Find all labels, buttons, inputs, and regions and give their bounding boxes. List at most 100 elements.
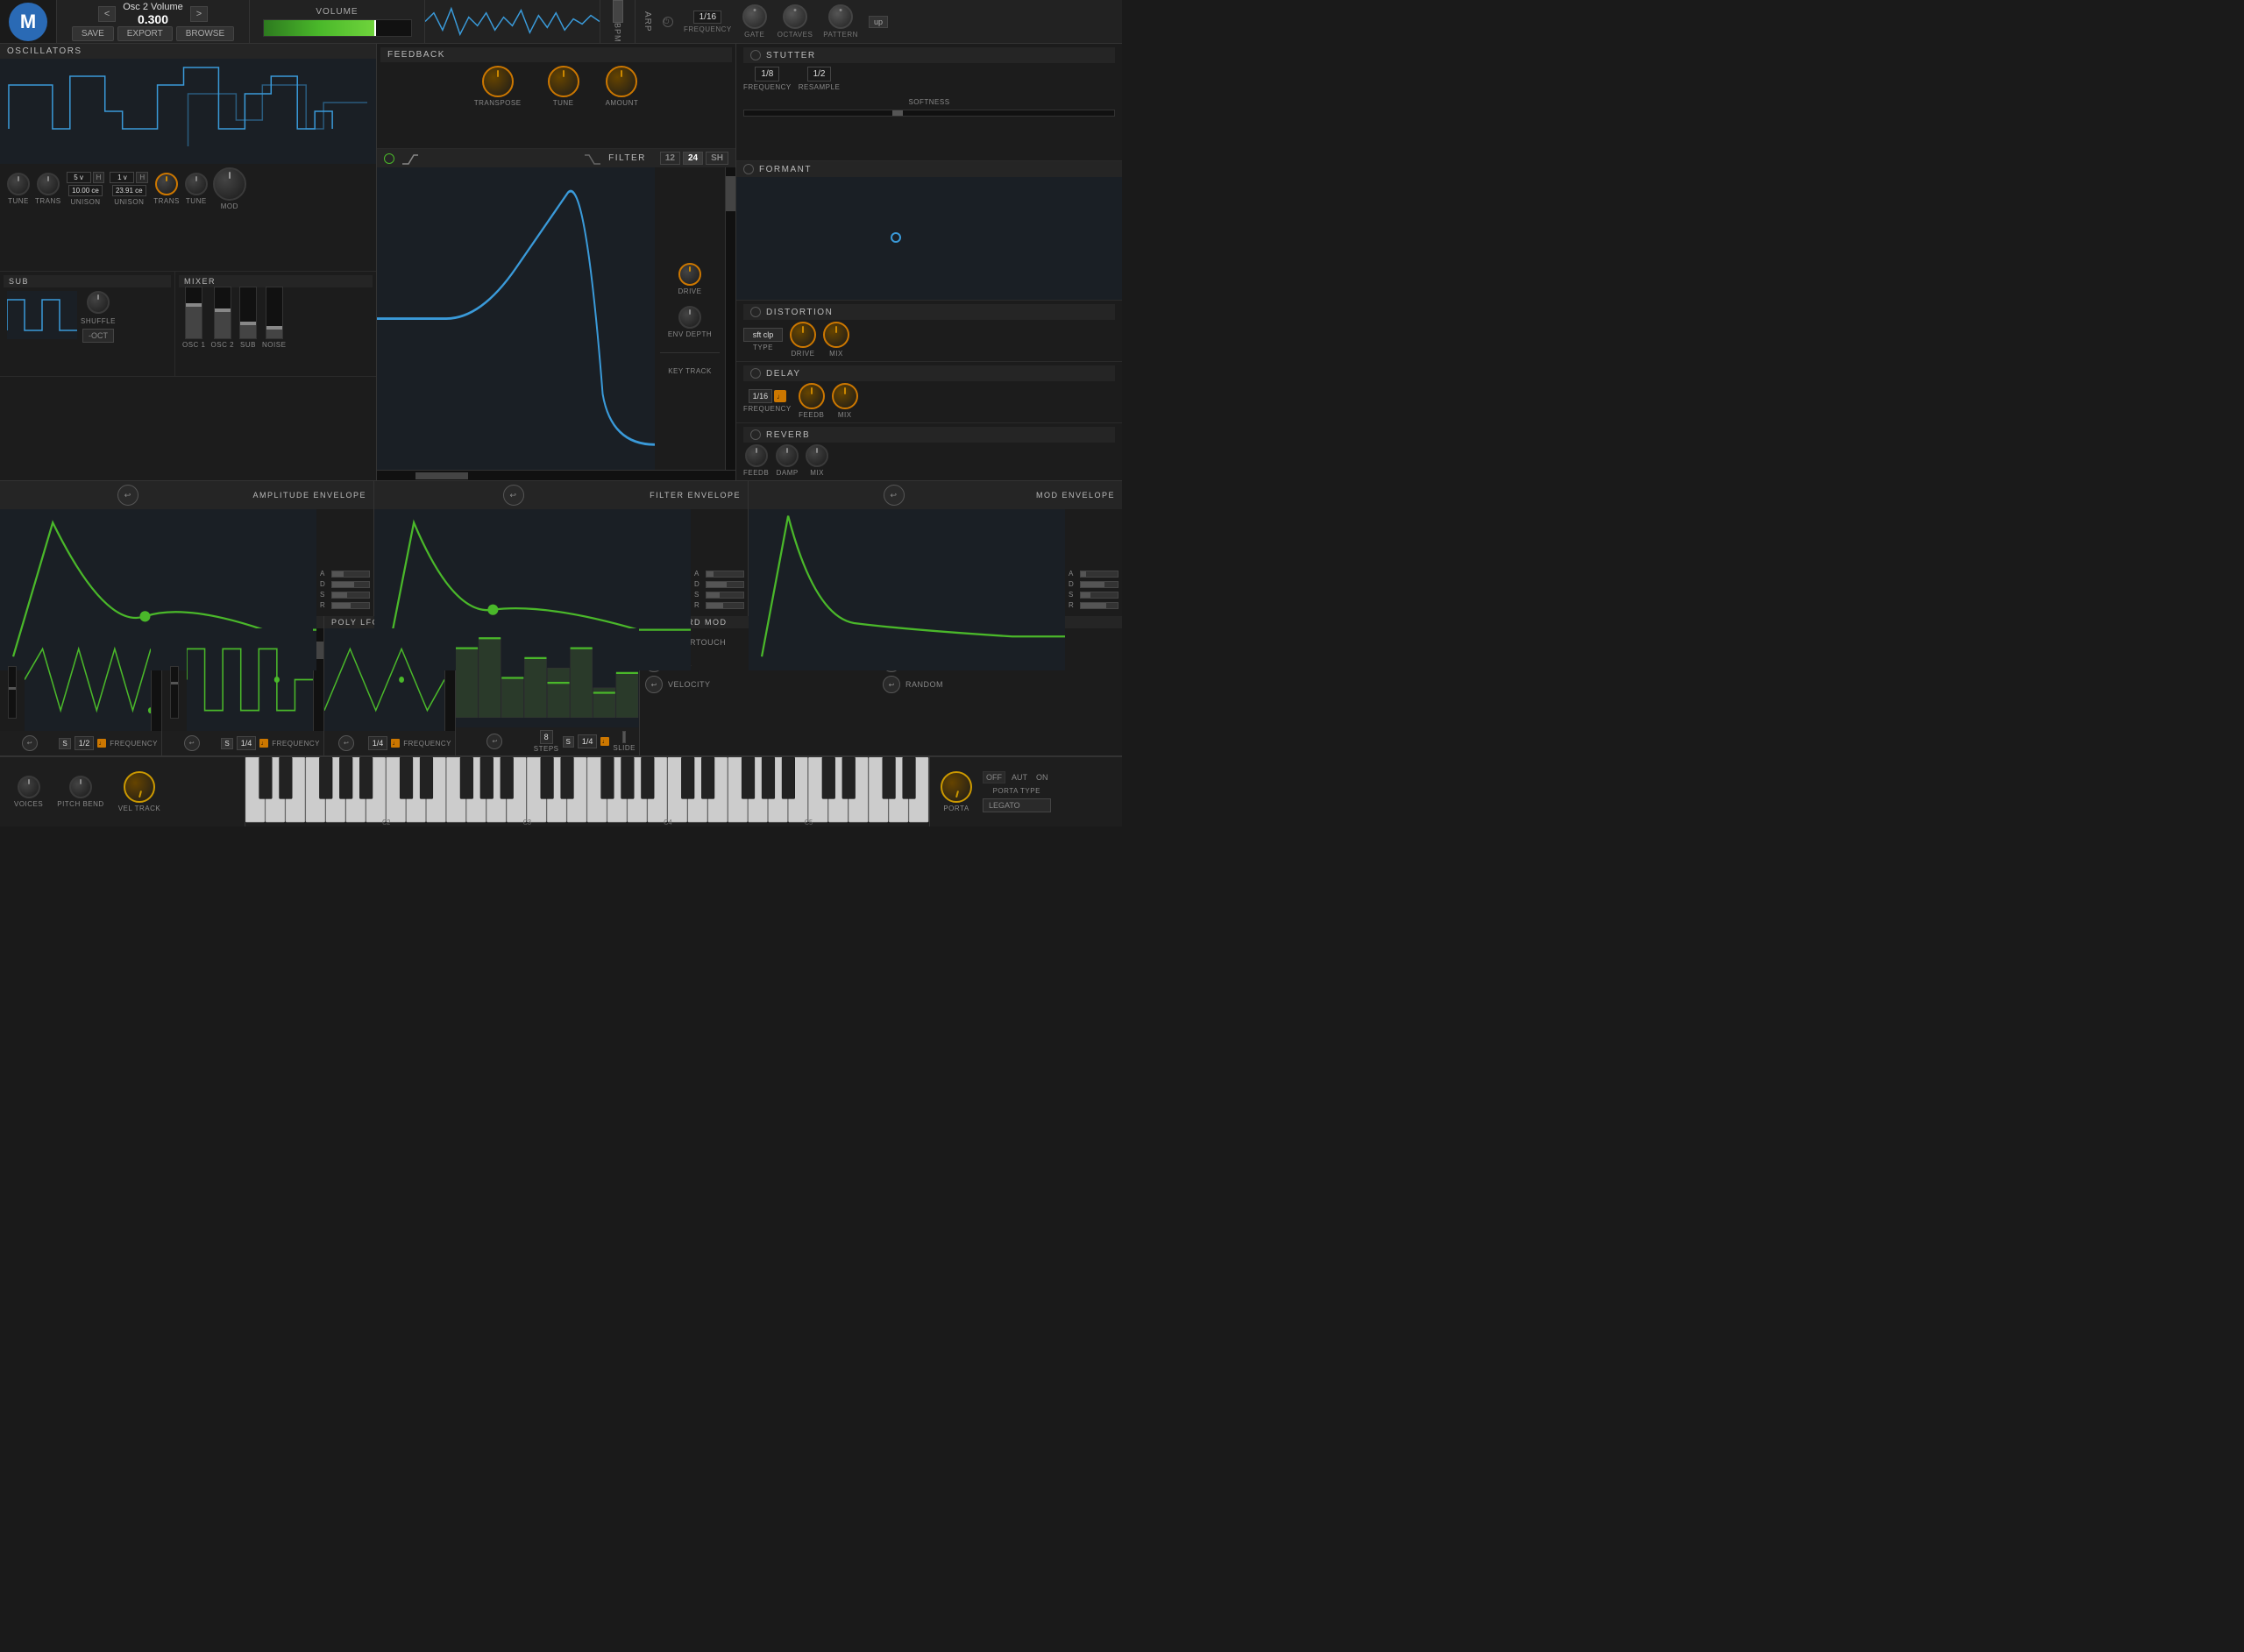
- noise-bar[interactable]: [266, 287, 283, 339]
- delay-power-button[interactable]: [750, 368, 761, 379]
- filter-bottom-thumb[interactable]: [415, 472, 468, 479]
- amp-env-a-slider[interactable]: [331, 571, 370, 578]
- unison2-v-value[interactable]: 1 v: [110, 172, 134, 183]
- osc-trans-knob[interactable]: [37, 173, 60, 195]
- porta-off-label[interactable]: OFF: [983, 771, 1005, 783]
- save-button[interactable]: SAVE: [72, 26, 114, 41]
- filter-slope-sh[interactable]: SH: [706, 152, 728, 165]
- pitch-bend-knob[interactable]: [69, 776, 92, 798]
- reverb-mix-knob[interactable]: [806, 444, 828, 467]
- step-seq-sync-button[interactable]: S: [563, 736, 574, 748]
- mod-env-s-slider[interactable]: [1080, 592, 1118, 599]
- unison1-v-value[interactable]: 5 v: [67, 172, 91, 183]
- filter-bottom-scrollbar[interactable]: [377, 470, 735, 480]
- filter-scrollbar[interactable]: [725, 167, 735, 470]
- legato-box[interactable]: LEGATO: [983, 798, 1051, 812]
- filter-env-undo-button[interactable]: ↩: [503, 485, 524, 506]
- formant-power-button[interactable]: [743, 164, 754, 174]
- feedback-transpose-knob[interactable]: [482, 66, 514, 97]
- lfo1-note-icon[interactable]: ♩: [97, 739, 106, 748]
- filter-power-button[interactable]: [384, 153, 394, 164]
- lfo2-bottom-undo[interactable]: ↩: [184, 735, 200, 751]
- piano-keyboard[interactable]: C2 C3 C4 C5: [245, 757, 929, 826]
- filter-slope-24[interactable]: 24: [683, 152, 703, 165]
- filter-type-hp-icon[interactable]: [584, 152, 601, 165]
- osc-trans2-knob[interactable]: [155, 173, 178, 195]
- lfo2-sync-button[interactable]: S: [221, 738, 232, 749]
- osc1-bar-handle[interactable]: [186, 303, 202, 307]
- arp-power-button[interactable]: ⏻: [663, 17, 673, 27]
- stutter-freq-value[interactable]: 1/8: [755, 67, 779, 82]
- osc1-bar[interactable]: [185, 287, 202, 339]
- amp-env-d-slider[interactable]: [331, 581, 370, 588]
- amp-env-r-slider[interactable]: [331, 602, 370, 609]
- step-seq-undo[interactable]: ↩: [486, 734, 502, 749]
- volume-bar-container[interactable]: [263, 19, 412, 37]
- preset-prev-btn[interactable]: <: [98, 6, 116, 22]
- reverb-power-button[interactable]: [750, 429, 761, 440]
- lfo2-rate-slider[interactable]: [170, 666, 179, 719]
- delay-freq-value[interactable]: 1/16: [749, 389, 773, 403]
- sub-bar[interactable]: [239, 287, 257, 339]
- noise-bar-handle[interactable]: [266, 326, 282, 330]
- feedback-tune-knob[interactable]: [548, 66, 579, 97]
- distortion-power-button[interactable]: [750, 307, 761, 317]
- dist-type-value[interactable]: sft clp: [743, 328, 783, 342]
- arp-freq-value[interactable]: 1/16: [693, 11, 721, 24]
- formant-dot[interactable]: [891, 232, 901, 243]
- stutter-softness-slider[interactable]: [743, 110, 1115, 117]
- dist-drive-knob[interactable]: [790, 322, 816, 348]
- export-button[interactable]: EXPORT: [117, 26, 173, 41]
- lfo2-freq-value[interactable]: 1/4: [237, 736, 257, 750]
- lfo1-sync-button[interactable]: S: [59, 738, 70, 749]
- preset-next-btn[interactable]: >: [190, 6, 208, 22]
- bpm-slider[interactable]: [613, 0, 623, 23]
- arp-octaves-knob[interactable]: [783, 4, 807, 29]
- shuffle-knob[interactable]: [87, 291, 110, 314]
- unison2-ce-value[interactable]: 23.91 ce: [112, 185, 146, 196]
- reverb-damp-knob[interactable]: [776, 444, 799, 467]
- delay-feedb-knob[interactable]: [799, 383, 825, 409]
- filter-type-lp-icon[interactable]: [401, 152, 419, 165]
- osc2-bar[interactable]: [214, 287, 231, 339]
- osc-tune2-knob[interactable]: [185, 173, 208, 195]
- keymod-velocity-icon[interactable]: ↩: [645, 676, 663, 693]
- mod-env-undo-button[interactable]: ↩: [884, 485, 905, 506]
- unison1-ce-value[interactable]: 10.00 ce: [68, 185, 103, 196]
- keymod-random-icon[interactable]: ↩: [883, 676, 900, 693]
- filter-slope-12[interactable]: 12: [660, 152, 680, 165]
- osc-mod-knob[interactable]: [213, 167, 246, 201]
- step-seq-steps-value[interactable]: 8: [540, 730, 553, 744]
- stutter-power-button[interactable]: [750, 50, 761, 60]
- filter-env-d-slider[interactable]: [706, 581, 744, 588]
- lfo1-freq-value[interactable]: 1/2: [75, 736, 95, 750]
- up-button[interactable]: up: [869, 16, 888, 28]
- poly-lfo-note-icon[interactable]: ♩: [391, 739, 400, 748]
- step-seq-freq-value[interactable]: 1/4: [578, 734, 598, 748]
- lfo1-rate-slider[interactable]: [8, 666, 17, 719]
- mod-env-a-slider[interactable]: [1080, 571, 1118, 578]
- filter-drive-knob[interactable]: [678, 263, 701, 286]
- sub-bar-handle[interactable]: [240, 322, 256, 325]
- filter-env-s-slider[interactable]: [706, 592, 744, 599]
- poly-lfo-freq-value[interactable]: 1/4: [368, 736, 388, 750]
- lfo2-note-icon[interactable]: ♩: [259, 739, 268, 748]
- arp-pattern-knob[interactable]: [828, 4, 853, 29]
- voices-knob[interactable]: [18, 776, 40, 798]
- mod-env-r-slider[interactable]: [1080, 602, 1118, 609]
- amp-env-undo-button[interactable]: ↩: [117, 485, 138, 506]
- stutter-resample-value[interactable]: 1/2: [807, 67, 832, 82]
- amp-env-s-slider[interactable]: [331, 592, 370, 599]
- dist-mix-knob[interactable]: [823, 322, 849, 348]
- filter-env-a-slider[interactable]: [706, 571, 744, 578]
- sub-oct-button[interactable]: -OCT: [82, 329, 114, 343]
- stutter-softness-thumb[interactable]: [892, 110, 903, 116]
- osc-tune-knob[interactable]: [7, 173, 30, 195]
- delay-note-icon[interactable]: ♩: [774, 390, 786, 402]
- arp-gate-knob[interactable]: [742, 4, 767, 29]
- porta-on-label[interactable]: ON: [1033, 772, 1051, 783]
- vel-track-knob[interactable]: [124, 771, 155, 803]
- porta-aut-label[interactable]: AUT: [1009, 772, 1030, 783]
- porta-knob[interactable]: [941, 771, 972, 803]
- browse-button[interactable]: BROWSE: [176, 26, 234, 41]
